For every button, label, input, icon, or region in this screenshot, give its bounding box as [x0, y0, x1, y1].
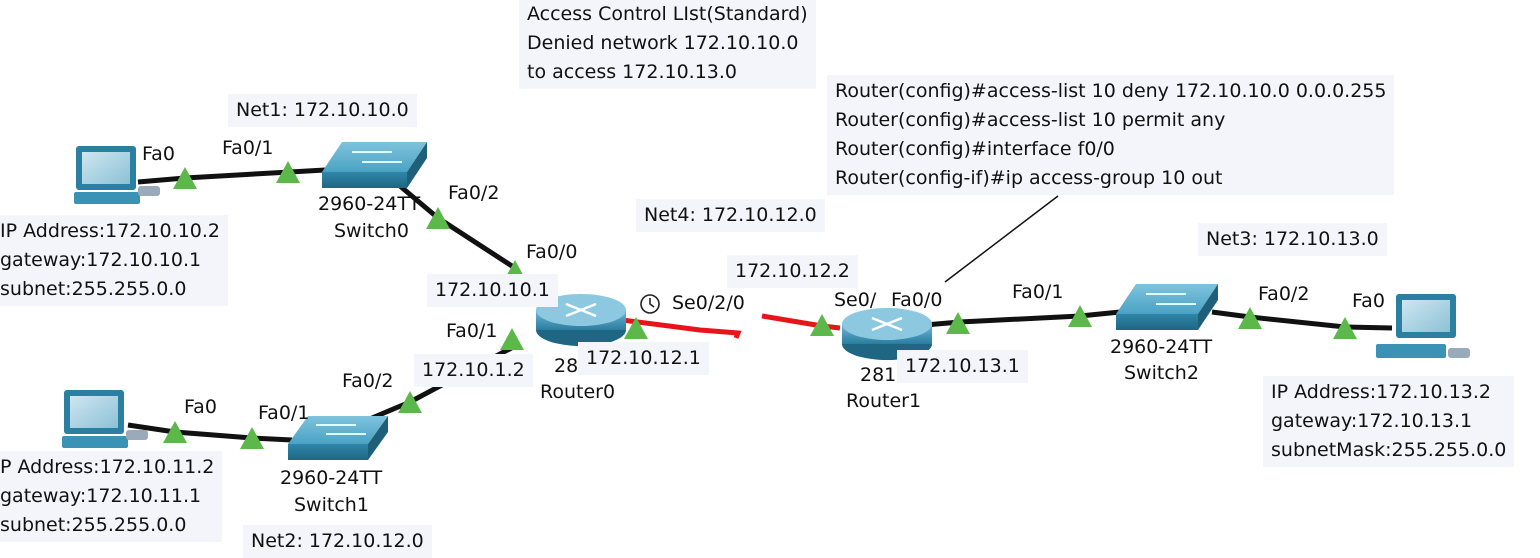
switch1-name-label: Switch1	[294, 494, 369, 516]
switch2-name-label: Switch2	[1124, 362, 1199, 384]
acl-note: Access Control LIst(Standard) Denied net…	[519, 0, 816, 89]
command-line: Router(config)#access-list 10 permit any	[835, 109, 1226, 131]
router1-fa00-ip-note: 172.10.13.1	[897, 350, 1028, 383]
port-label: Fa0	[142, 143, 175, 165]
port-label: Fa0/1	[1012, 281, 1064, 303]
port-label: Fa0/0	[526, 241, 578, 263]
triangle-up-icon	[398, 391, 422, 413]
switch1-model-label: 2960-24TT	[280, 467, 383, 489]
port-label: Se0/2/0	[672, 292, 745, 314]
port-label: Se0/	[834, 289, 877, 311]
acl-title: Access Control LIst(Standard)	[527, 3, 808, 25]
net4-note: Net4: 172.10.12.0	[636, 199, 825, 232]
acl-line2: to access 172.10.13.0	[527, 61, 738, 83]
pc2-ip: IP Address:172.10.13.2	[1271, 381, 1491, 403]
port-label: Fa0/1	[222, 137, 274, 159]
pc-icon[interactable]	[62, 390, 148, 448]
port-label: Fa0/1	[258, 402, 310, 424]
link-switch2-pc2[interactable]	[1211, 309, 1393, 331]
command-line: Router(config-if)#ip access-group 10 out	[835, 167, 1223, 189]
router1-serial-ip-note: 172.10.12.2	[727, 255, 858, 288]
router0-serial-ip-note: 172.10.12.1	[578, 342, 709, 375]
net2-note: Net2: 172.10.12.0	[243, 525, 432, 558]
clock-icon	[640, 294, 660, 314]
triangle-up-icon	[500, 328, 524, 350]
port-label: Fa0	[1352, 290, 1385, 312]
port-label: Fa0/0	[891, 289, 943, 311]
commands-note: Router(config)#access-list 10 deny 172.1…	[827, 75, 1395, 195]
router1-model-label: 281	[860, 364, 897, 386]
port-label: Fa0/1	[446, 320, 498, 342]
switch-icon[interactable]	[1116, 284, 1218, 330]
port-label: Fa0/2	[342, 370, 394, 392]
pc0-gateway: gateway:172.10.10.1	[0, 249, 202, 271]
port-label: Fa0/2	[448, 182, 500, 204]
callout-line	[944, 195, 1059, 283]
pc2-config-note: IP Address:172.10.13.2 gateway:172.10.13…	[1263, 376, 1515, 467]
pc1-ip: P Address:172.10.11.2	[0, 456, 215, 478]
port-label: Fa0/2	[1258, 283, 1310, 305]
pc1-subnet: subnet:255.255.0.0	[0, 514, 187, 536]
net3-note: Net3: 172.10.13.0	[1198, 223, 1387, 256]
acl-line1: Denied network 172.10.10.0	[527, 32, 799, 54]
router0-fa01-ip-note: 172.10.1.2	[414, 354, 533, 387]
pc1-gateway: gateway:172.10.11.1	[0, 485, 202, 507]
pc0-ip: IP Address:172.10.10.2	[0, 220, 220, 242]
pc0-config-note: IP Address:172.10.10.2 gateway:172.10.10…	[0, 215, 228, 306]
pc0-subnet: subnet:255.255.0.0	[0, 278, 187, 300]
router0-model-label: 28	[554, 355, 579, 377]
port-label: Fa0	[184, 396, 217, 418]
switch2-model-label: 2960-24TT	[1110, 336, 1213, 358]
pc2-subnet: subnetMask:255.255.0.0	[1271, 439, 1507, 461]
switch0-model-label: 2960-24TT	[318, 193, 421, 215]
net1-note: Net1: 172.10.10.0	[228, 94, 417, 127]
router1-name-label: Router1	[846, 390, 922, 412]
router0-fa00-ip-note: 172.10.10.1	[427, 274, 558, 307]
command-line: Router(config)#access-list 10 deny 172.1…	[835, 80, 1387, 102]
command-line: Router(config)#interface f0/0	[835, 138, 1115, 160]
pc2-gateway: gateway:172.10.13.1	[1271, 410, 1473, 432]
switch0-name-label: Switch0	[334, 220, 409, 242]
link-pc1-switch1[interactable]	[127, 422, 293, 443]
switch-icon[interactable]	[322, 142, 427, 188]
router0-name-label: Router0	[540, 381, 616, 403]
pc1-config-note: P Address:172.10.11.2 gateway:172.10.11.…	[0, 451, 223, 542]
